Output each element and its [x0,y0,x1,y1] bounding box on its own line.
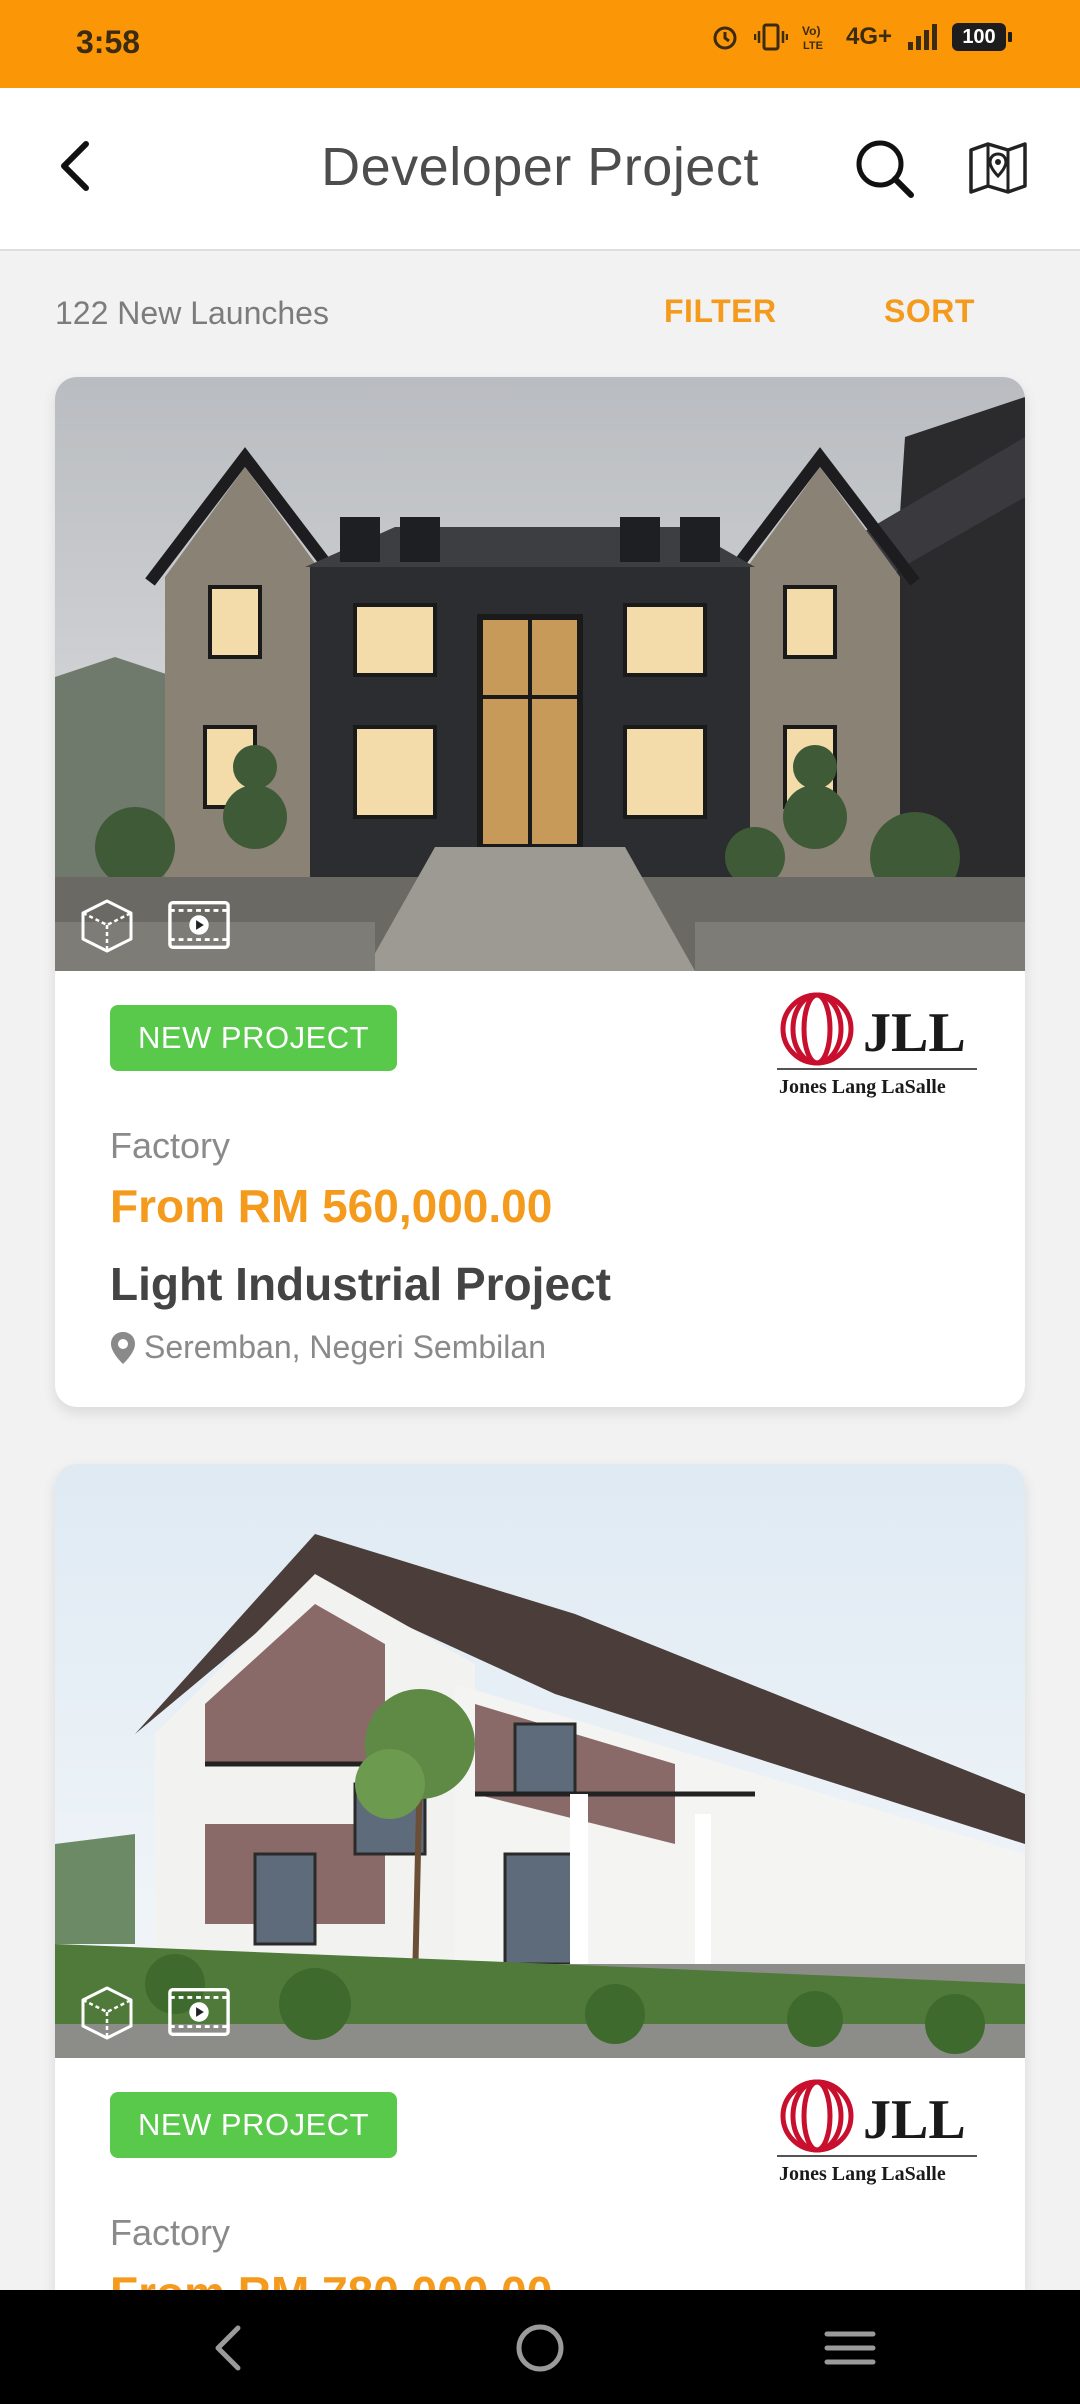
listing-photo[interactable] [55,377,1025,971]
property-type: Factory [110,2212,231,2253]
nav-menu-icon [824,2331,876,2365]
project-name: Light Industrial Project [110,1258,611,1310]
nav-back-button[interactable] [198,2318,258,2378]
3d-view-button[interactable] [75,1980,139,2044]
video-button[interactable] [167,1980,231,2044]
listing-card[interactable]: NEW PROJECT JLL Jones Lang LaSalle Facto… [55,1464,1025,2404]
system-nav-bar [0,2290,1080,2404]
nav-home-icon [516,2324,564,2372]
status-bar: 3:58 Vo) LTE 4G+ 100 [0,0,1080,88]
status-time: 3:58 [76,24,141,60]
status-badge: NEW PROJECT [110,2092,398,2158]
project-location: Seremban, Negeri Sembilan [110,1329,546,1366]
signal-icon [908,24,937,50]
3d-cube-icon [81,1986,133,2040]
nav-menu-button[interactable] [820,2318,880,2378]
map-button[interactable] [962,132,1034,204]
svg-text:Jones Lang LaSalle: Jones Lang LaSalle [779,1076,946,1098]
search-button[interactable] [848,132,920,204]
map-icon [969,142,1027,194]
network-type: 4G+ [845,23,892,50]
svg-text:JLL: JLL [863,1002,966,1064]
svg-text:Jones Lang LaSalle: Jones Lang LaSalle [779,2163,946,2185]
status-icons: Vo) LTE 4G+ 100 [710,22,1012,52]
vibrate-icon [753,23,788,51]
svg-text:Vo): Vo) [802,24,820,38]
listing-photo[interactable] [55,1464,1025,2058]
property-type: Factory [110,1125,231,1166]
nav-back-icon [215,2325,241,2371]
house-photo [55,1464,1025,2058]
svg-text:LTE: LTE [803,40,823,52]
alarm-icon [713,26,737,50]
status-badge: NEW PROJECT [110,1005,398,1071]
video-play-icon [168,901,230,949]
app-bar: Developer Project [0,88,1080,251]
sort-button[interactable]: SORT [884,293,975,330]
video-play-icon [168,1988,230,2036]
filter-button[interactable]: FILTER [664,293,777,330]
location-pin-icon [111,1331,135,1364]
developer-logo: JLL Jones Lang LaSalle [777,2079,977,2185]
volte-icon: Vo) LTE [802,24,823,52]
svg-text:JLL: JLL [863,2089,966,2151]
nav-home-button[interactable] [510,2318,570,2378]
location-text: Seremban, Negeri Sembilan [144,1329,546,1365]
battery-icon: 100 [952,23,1012,51]
battery-level: 100 [962,25,996,48]
listing-card[interactable]: NEW PROJECT JLL Jones Lang LaSalle Facto… [55,377,1025,1407]
property-price: From RM 560,000.00 [110,1180,553,1232]
developer-logo: JLL Jones Lang LaSalle [777,992,977,1098]
video-button[interactable] [167,893,231,957]
results-count: 122 New Launches [55,295,329,331]
results-toolbar: 122 New Launches FILTER SORT [0,253,1080,371]
3d-view-button[interactable] [75,893,139,957]
house-photo [55,377,1025,971]
search-icon [856,140,914,198]
3d-cube-icon [81,899,133,953]
